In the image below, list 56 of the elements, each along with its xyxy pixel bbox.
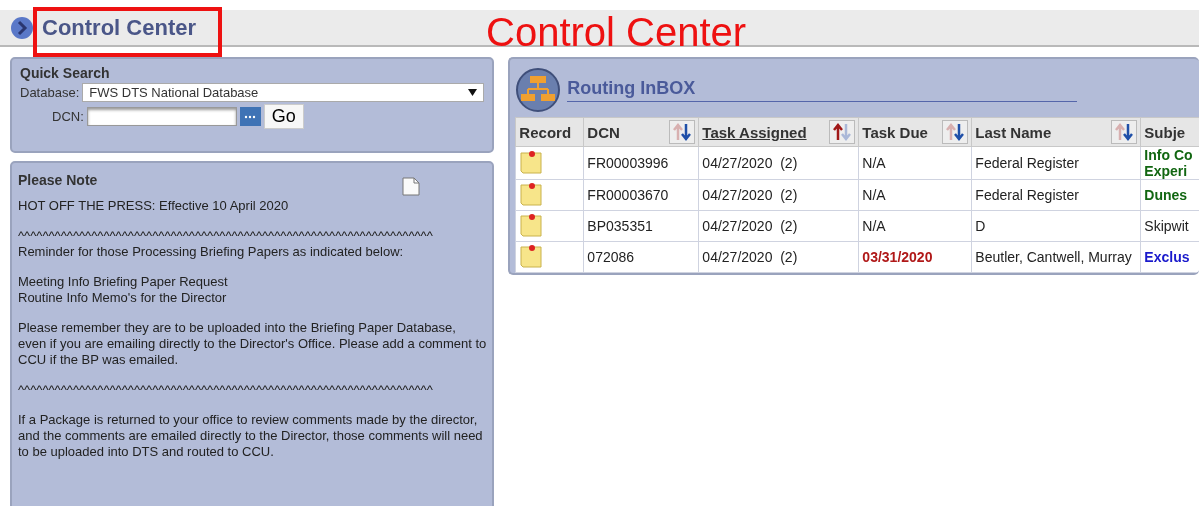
sticky-note-icon[interactable] [519, 180, 544, 207]
subject-link[interactable]: Skipwit [1140, 210, 1199, 242]
table-cell: Federal Register [971, 179, 1141, 211]
chevron-icon [10, 15, 34, 40]
dropdown-caret-icon [468, 89, 478, 96]
subject-link[interactable]: Info Co Experi [1140, 146, 1199, 180]
sort-arrows-icon[interactable] [1111, 120, 1138, 144]
sticky-note-icon[interactable] [519, 211, 544, 238]
table-cell: Federal Register [971, 146, 1141, 180]
page-title: Control Center [42, 14, 196, 41]
table-cell: 03/31/2020 [858, 241, 972, 273]
go-button[interactable]: Go [263, 104, 304, 129]
table-cell: N/A [858, 146, 972, 180]
subject-link[interactable]: Dunes [1140, 179, 1199, 211]
column-header[interactable]: Last Name [971, 117, 1141, 147]
sort-arrows-icon[interactable] [942, 120, 969, 144]
table-cell: N/A [858, 179, 972, 211]
panel-title: Quick Search [20, 65, 111, 81]
document-icon[interactable] [402, 177, 420, 196]
table-cell: 04/27/2020 (2) [698, 179, 859, 211]
note-paragraph: HOT OFF THE PRESS: Effective 10 April 2020 [18, 198, 290, 214]
table-cell: N/A [858, 210, 972, 242]
table-cell: D [971, 210, 1141, 242]
table-cell: FR00003670 [583, 179, 699, 211]
ellipsis-icon [244, 115, 257, 119]
note-paragraph: ^^^^^^^^^^^^^^^^^^^^^^^^^^^^^^^^^^^^^^^^^^^^^^^^^^^^^^^^^^^^^^^^^^^^ [18, 382, 434, 398]
flowchart-icon [515, 67, 562, 113]
table-cell: 072086 [583, 241, 699, 273]
column-header: Record [515, 117, 584, 147]
sort-arrows-icon[interactable] [669, 120, 696, 144]
table-cell: FR00003996 [583, 146, 699, 180]
note-paragraph: If a Package is returned to your office to review comments made by the director, and the comments are emailed directly to the Director, those comments will need to be uploaded into DTS and routed to CCU. [18, 412, 484, 460]
field-label: DCN: [52, 109, 84, 124]
sticky-note-icon[interactable] [519, 148, 544, 175]
table-cell: 04/27/2020 (2) [698, 210, 859, 242]
column-header[interactable]: DCN [583, 117, 699, 147]
column-header: Subje [1140, 117, 1199, 147]
table-cell: 04/27/2020 (2) [698, 146, 859, 180]
sticky-note-icon[interactable] [519, 242, 544, 269]
subject-link[interactable]: Exclus [1140, 241, 1199, 273]
table-cell: Beutler, Cantwell, Murray [971, 241, 1141, 273]
note-paragraph: Please remember they are to be uploaded into the Briefing Paper Database, even if you are emailing directly to the Director's Office. Please add a comment to CCU if the BP was emailed. [18, 320, 487, 368]
database-dropdown[interactable]: FWS DTS National Database [82, 83, 485, 102]
panel-title: Please Note [18, 172, 98, 188]
lookup-button[interactable] [239, 107, 261, 126]
column-header[interactable]: Task Assigned [698, 117, 859, 147]
field-label: Database: [20, 85, 80, 100]
inbox-title: Routing InBOX [567, 78, 1078, 102]
note-paragraph: Meeting Info Briefing Paper Request Routine Info Memo's for the Director [18, 274, 229, 306]
sort-arrows-icon[interactable] [829, 120, 856, 144]
dcn-input-field[interactable] [86, 107, 237, 126]
table-cell: BP035351 [583, 210, 699, 242]
annotation-label: Control Center [486, 10, 747, 54]
column-header[interactable]: Task Due [858, 117, 972, 147]
table-cell: 04/27/2020 (2) [698, 241, 859, 273]
note-paragraph: ^^^^^^^^^^^^^^^^^^^^^^^^^^^^^^^^^^^^^^^^^^^^^^^^^^^^^^^^^^^^^^^^^^^^ Reminder for those Processing Briefing Papers as indicated below: [18, 228, 434, 260]
